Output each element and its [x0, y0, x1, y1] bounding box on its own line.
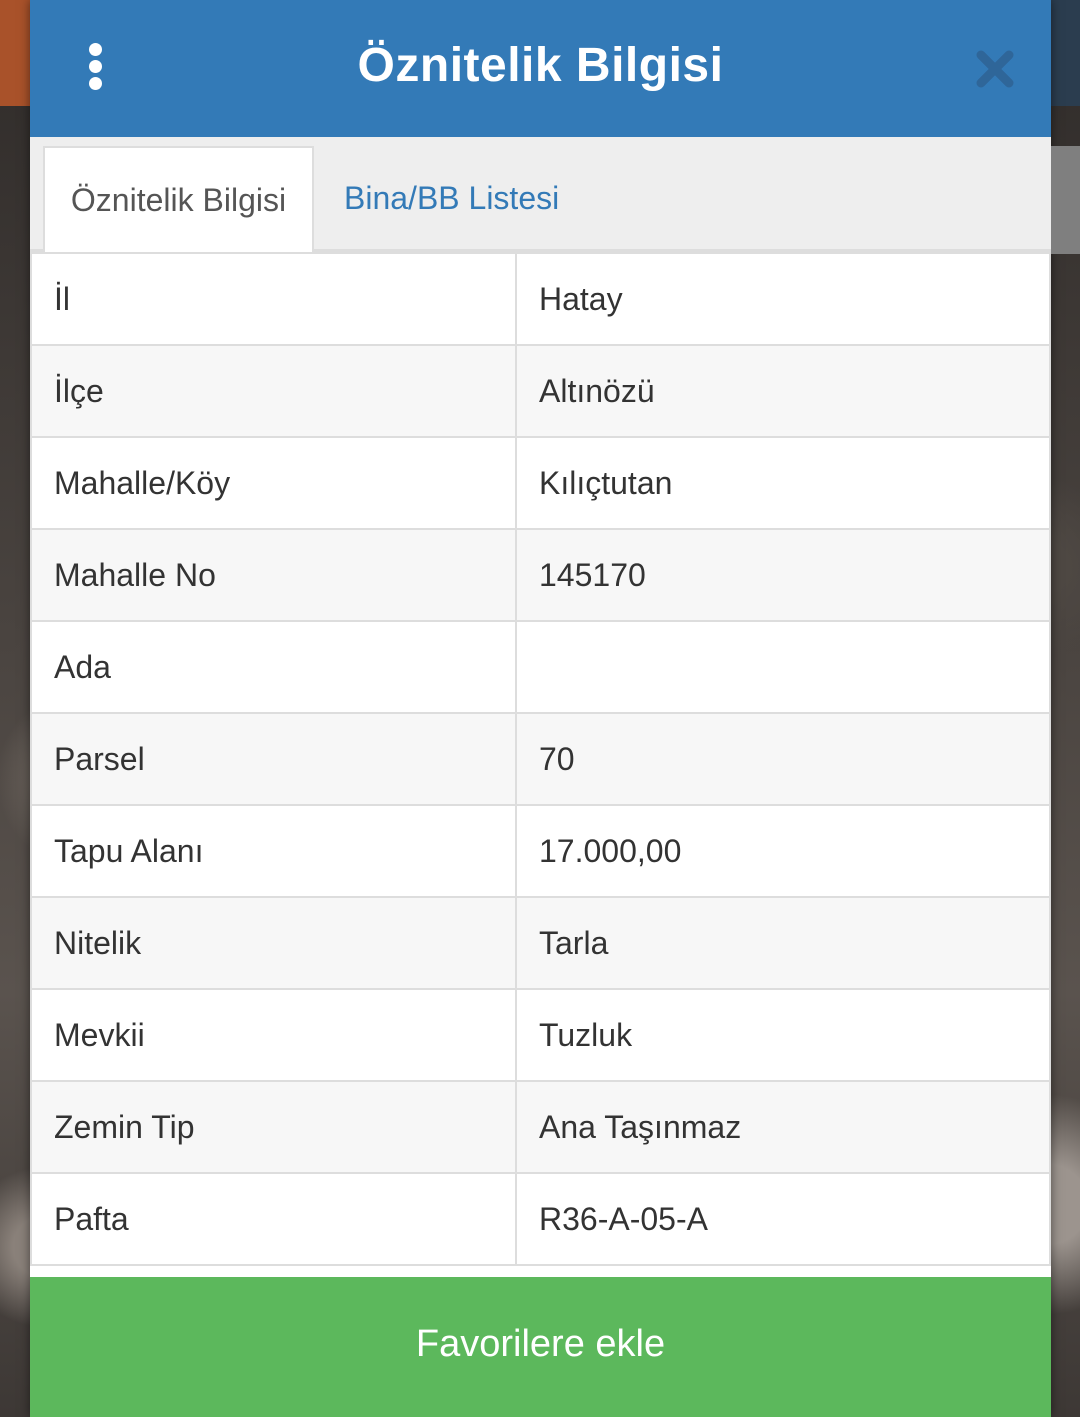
table-row: Ada: [30, 620, 1051, 714]
table-row: İlçe Altınözü: [30, 344, 1051, 438]
table-row: Parsel 70: [30, 712, 1051, 806]
tab-bar: Öznitelik Bilgisi Bina/BB Listesi: [30, 137, 1051, 253]
attribute-label: Mevkii: [30, 988, 517, 1082]
attribute-value: [515, 620, 1051, 714]
attribute-value: 17.000,00: [515, 804, 1051, 898]
attribute-value: 145170: [515, 528, 1051, 622]
background-accent-left: [0, 0, 30, 106]
dialog-header: Öznitelik Bilgisi: [30, 0, 1051, 137]
table-row: Mevkii Tuzluk: [30, 988, 1051, 1082]
attribute-value: Kılıçtutan: [515, 436, 1051, 530]
add-to-favorites-button[interactable]: Favorilere ekle: [30, 1277, 1051, 1417]
attribute-value: Altınözü: [515, 344, 1051, 438]
attribute-label: İlçe: [30, 344, 517, 438]
table-row: Mahalle No 145170: [30, 528, 1051, 622]
tab-building-list[interactable]: Bina/BB Listesi: [344, 146, 559, 252]
background-strip: [1051, 146, 1080, 254]
attribute-label: Zemin Tip: [30, 1080, 517, 1174]
attribute-label: Pafta: [30, 1172, 517, 1266]
attribute-label: Tapu Alanı: [30, 804, 517, 898]
attribute-value: Tuzluk: [515, 988, 1051, 1082]
table-row: Zemin Tip Ana Taşınmaz: [30, 1080, 1051, 1174]
attribute-label: Parsel: [30, 712, 517, 806]
table-row: Tapu Alanı 17.000,00: [30, 804, 1051, 898]
table-row: Pafta R36-A-05-A: [30, 1172, 1051, 1266]
attribute-value: Hatay: [515, 252, 1051, 346]
table-row: Mahalle/Köy Kılıçtutan: [30, 436, 1051, 530]
attribute-label: Ada: [30, 620, 517, 714]
close-icon[interactable]: [974, 48, 1016, 90]
attribute-value: Ana Taşınmaz: [515, 1080, 1051, 1174]
attribute-value: 70: [515, 712, 1051, 806]
attribute-label: İl: [30, 252, 517, 346]
dialog-title: Öznitelik Bilgisi: [357, 39, 724, 92]
attribute-label: Mahalle/Köy: [30, 436, 517, 530]
attribute-table: İl Hatay İlçe Altınözü Mahalle/Köy Kılıçtutan…: [30, 252, 1051, 1266]
attribute-label: Mahalle No: [30, 528, 517, 622]
table-row: Nitelik Tarla: [30, 896, 1051, 990]
table-row: İl Hatay: [30, 252, 1051, 346]
background-accent-right: [1050, 0, 1080, 106]
tab-attribute-info[interactable]: Öznitelik Bilgisi: [43, 146, 314, 253]
attribute-label: Nitelik: [30, 896, 517, 990]
attribute-value: R36-A-05-A: [515, 1172, 1051, 1266]
attribute-value: Tarla: [515, 896, 1051, 990]
attribute-info-dialog: Öznitelik Bilgisi Öznitelik Bilgisi Bina…: [30, 0, 1080, 1417]
